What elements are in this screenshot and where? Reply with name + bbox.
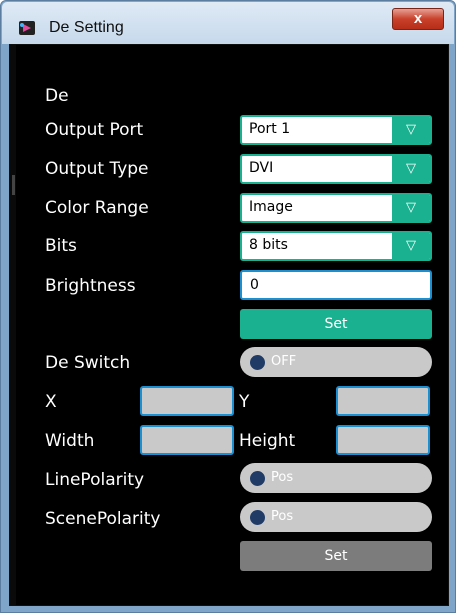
de-switch-state: OFF [271, 354, 297, 369]
dropdown-arrow-icon[interactable]: ▽ [392, 156, 430, 182]
color-range-value: Image [249, 199, 293, 215]
close-icon: x [413, 10, 423, 27]
set-button[interactable]: Set [240, 309, 432, 339]
de-setting-window: De Setting x De Output Port Port 1 ▽ Out… [0, 0, 456, 613]
toggle-knob [250, 471, 265, 486]
line-polarity-label: LinePolarity [45, 470, 145, 490]
toggle-knob [250, 510, 265, 525]
y-input[interactable] [336, 386, 430, 416]
section-heading: De [45, 86, 69, 106]
x-input[interactable] [140, 386, 234, 416]
x-label: X [45, 392, 57, 412]
scene-polarity-state: Pos [271, 509, 294, 524]
window-title: De Setting [49, 19, 124, 36]
line-polarity-state: Pos [271, 470, 294, 485]
output-port-select[interactable]: Port 1 ▽ [240, 115, 432, 145]
bits-label: Bits [45, 236, 77, 256]
toggle-knob [250, 355, 265, 370]
output-type-value: DVI [249, 160, 274, 176]
output-type-select[interactable]: DVI ▽ [240, 154, 432, 184]
line-polarity-toggle[interactable]: Pos [240, 463, 432, 493]
height-input[interactable] [336, 425, 430, 455]
output-type-label: Output Type [45, 159, 149, 179]
scene-polarity-toggle[interactable]: Pos [240, 502, 432, 532]
set-polarity-button[interactable]: Set [240, 541, 432, 571]
dropdown-arrow-icon[interactable]: ▽ [392, 233, 430, 259]
output-port-label: Output Port [45, 120, 144, 140]
y-label: Y [239, 392, 250, 412]
height-label: Height [239, 431, 296, 451]
scrollbar[interactable] [10, 45, 16, 605]
scene-polarity-label: ScenePolarity [45, 509, 161, 529]
color-range-select[interactable]: Image ▽ [240, 193, 432, 223]
brightness-label: Brightness [45, 276, 136, 296]
output-port-value: Port 1 [249, 121, 291, 137]
title-bar[interactable]: De Setting x [2, 2, 454, 44]
app-logo-icon [19, 21, 35, 35]
color-range-label: Color Range [45, 198, 149, 218]
width-input[interactable] [140, 425, 234, 455]
brightness-input[interactable]: 0 [240, 270, 432, 300]
close-button[interactable]: x [392, 8, 444, 30]
settings-panel: De Output Port Port 1 ▽ Output Type DVI … [9, 44, 449, 606]
width-label: Width [45, 431, 95, 451]
bits-select[interactable]: 8 bits ▽ [240, 231, 432, 261]
bits-value: 8 bits [249, 237, 288, 253]
dropdown-arrow-icon[interactable]: ▽ [392, 195, 430, 221]
de-switch-toggle[interactable]: OFF [240, 347, 432, 377]
dropdown-arrow-icon[interactable]: ▽ [392, 117, 430, 143]
de-switch-label: De Switch [45, 353, 131, 373]
